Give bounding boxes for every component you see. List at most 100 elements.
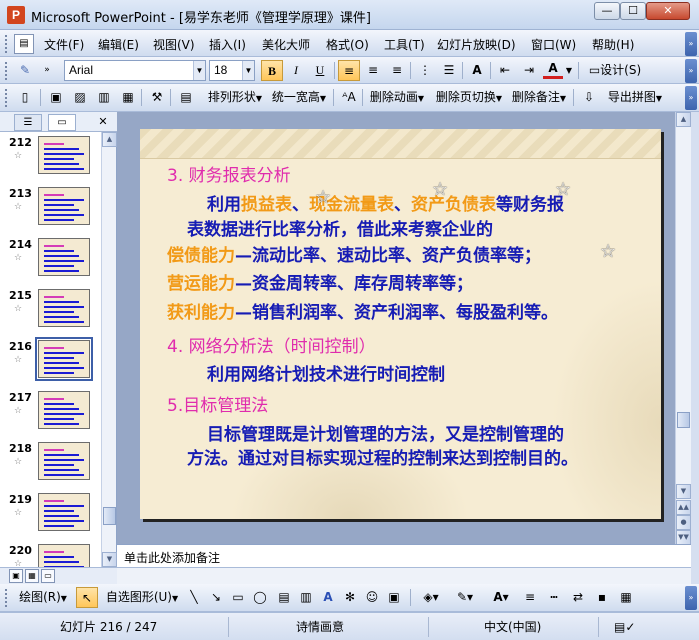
slide-thumbnail[interactable]: 215 ☆ xyxy=(0,286,101,337)
horizontal-scrollbar[interactable] xyxy=(117,567,691,584)
notes-pane[interactable]: 单击此处添加备注 xyxy=(117,544,691,567)
menu-slideshow[interactable]: 幻灯片放映(D) xyxy=(437,36,516,53)
document-icon[interactable]: ▤ xyxy=(14,34,34,54)
maximize-button[interactable]: ☐ xyxy=(620,2,646,20)
animation-star-icon[interactable]: ☆ xyxy=(315,187,331,208)
font-size-increase-icon[interactable]: A xyxy=(466,60,488,81)
table-icon[interactable]: ▦ xyxy=(117,87,139,108)
delete-transition-button[interactable]: 删除页切换▼ xyxy=(432,87,506,108)
scroll-thumb[interactable] xyxy=(677,412,690,428)
chevron-down-icon[interactable]: ▼ xyxy=(564,60,574,81)
menu-beautify[interactable]: 美化大师 xyxy=(262,36,310,53)
slide-thumbnail[interactable]: 217 ☆ xyxy=(0,388,101,439)
slide-sorter-icon[interactable]: ▦ xyxy=(25,569,39,583)
menu-edit[interactable]: 编辑(E) xyxy=(98,36,139,53)
shadow-style-icon[interactable]: ▪ xyxy=(592,587,612,608)
pane-close-icon[interactable]: ✕ xyxy=(96,114,110,130)
insert-picture-icon[interactable]: ▣ xyxy=(384,587,404,608)
line-color-icon[interactable]: ✎▾ xyxy=(450,587,480,608)
export-collage-button[interactable]: 导出拼图▼ xyxy=(604,87,666,108)
scroll-down-icon[interactable]: ▼ xyxy=(102,552,117,567)
toolbar-grip[interactable] xyxy=(4,88,8,108)
animation-star-icon[interactable]: ☆ xyxy=(600,241,616,262)
line-style-icon[interactable]: ≡ xyxy=(520,587,540,608)
close-button[interactable]: ✕ xyxy=(646,2,690,20)
clipart-icon[interactable]: ☺ xyxy=(362,587,382,608)
slide-thumbnail-image[interactable] xyxy=(38,544,90,567)
dash-style-icon[interactable]: ┅ xyxy=(544,587,564,608)
arrow-tool-icon[interactable]: ↘ xyxy=(206,587,226,608)
toolbar-overflow-chevron-icon[interactable]: » xyxy=(685,59,697,83)
chevron-down-icon[interactable]: ▼ xyxy=(242,61,254,80)
export-icon[interactable]: ⇩ xyxy=(578,87,600,108)
slide-thumbnail-image[interactable] xyxy=(38,136,90,174)
slide-canvas[interactable]: 3. 财务报表分析 利用损益表、现金流量表、资产负债表等财务报 表数据进行比率分… xyxy=(140,129,661,519)
menu-view[interactable]: 视图(V) xyxy=(153,36,195,53)
animation-star-icon[interactable]: ☆ xyxy=(432,179,448,200)
slide-thumbnail-image[interactable] xyxy=(38,442,90,480)
menu-window[interactable]: 窗口(W) xyxy=(531,36,576,53)
scroll-thumb[interactable] xyxy=(103,507,116,525)
numbered-list-icon[interactable]: ⋮ xyxy=(414,60,436,81)
menu-insert[interactable]: 插入(I) xyxy=(209,36,246,53)
toolbar-overflow-chevron-icon[interactable]: » xyxy=(685,86,697,110)
image-icon[interactable]: ▨ xyxy=(69,87,91,108)
align-left-icon[interactable]: ≡ xyxy=(338,60,360,81)
layout-icon[interactable]: ▥ xyxy=(93,87,115,108)
format-painter-icon[interactable]: ✎ xyxy=(14,60,36,81)
slide-thumbnail-image[interactable] xyxy=(38,391,90,429)
rectangle-tool-icon[interactable]: ▭ xyxy=(228,587,248,608)
slide-thumbnail[interactable]: 219 ☆ xyxy=(0,490,101,541)
slideshow-view-icon[interactable]: ▭ xyxy=(41,569,55,583)
font-color-icon[interactable]: A▾ xyxy=(486,587,516,608)
scroll-up-icon[interactable]: ▲ xyxy=(676,112,691,127)
slide-thumbnail[interactable]: 212 ☆ xyxy=(0,133,101,184)
text-style-icon[interactable]: ᴬA xyxy=(338,87,360,108)
slide-thumbnail[interactable]: 218 ☆ xyxy=(0,439,101,490)
diagram-tool-icon[interactable]: ✻ xyxy=(340,587,360,608)
arrange-shapes-button[interactable]: 排列形状▼ xyxy=(204,87,266,108)
minimize-button[interactable]: — xyxy=(594,2,620,20)
slide-thumbnail[interactable]: 214 ☆ xyxy=(0,235,101,286)
menu-file[interactable]: 文件(F) xyxy=(44,36,84,53)
new-slide-icon[interactable]: ▯ xyxy=(14,87,36,108)
fill-color-icon[interactable]: ◈▾ xyxy=(416,587,446,608)
menu-overflow-chevron-icon[interactable]: » xyxy=(685,32,697,56)
align-center-icon[interactable]: ≡ xyxy=(362,60,384,81)
slide-thumbnail-image[interactable] xyxy=(38,238,90,276)
slide-thumbnail[interactable]: 216 ☆ xyxy=(0,337,101,388)
wordart-icon[interactable]: A xyxy=(318,587,338,608)
magic-wand-icon[interactable]: ⚒ xyxy=(146,87,168,108)
align-right-icon[interactable]: ≡ xyxy=(386,60,408,81)
bullet-list-icon[interactable]: ☰ xyxy=(438,60,460,81)
page-icon[interactable]: ▤ xyxy=(175,87,197,108)
animation-star-icon[interactable]: ☆ xyxy=(555,179,571,200)
scroll-down-icon[interactable]: ▼ xyxy=(676,484,691,499)
delete-animation-button[interactable]: 删除动画▼ xyxy=(366,87,428,108)
tab-slides[interactable]: ▭ xyxy=(48,114,76,131)
menu-help[interactable]: 帮助(H) xyxy=(592,36,634,53)
vertical-textbox-icon[interactable]: ▥ xyxy=(296,587,316,608)
notes-placeholder[interactable]: 单击此处添加备注 xyxy=(124,549,220,566)
increase-indent-icon[interactable]: ⇥ xyxy=(518,60,540,81)
editor-scrollbar[interactable]: ▲ ▼ ▲▲ ● ▼▼ xyxy=(675,112,691,545)
oval-tool-icon[interactable]: ◯ xyxy=(250,587,270,608)
delete-notes-button[interactable]: 删除备注▼ xyxy=(508,87,570,108)
previous-slide-icon[interactable]: ▲▲ xyxy=(676,500,691,515)
slide-thumbnail[interactable]: 220 ☆ xyxy=(0,541,101,567)
draw-menu-button[interactable]: 绘图(R)▼ xyxy=(14,587,72,608)
font-name-combo[interactable]: Arial ▼ xyxy=(64,60,206,81)
slide-thumbnail[interactable]: 213 ☆ xyxy=(0,184,101,235)
menu-tools[interactable]: 工具(T) xyxy=(384,36,425,53)
slide-thumbnail-image[interactable] xyxy=(38,289,90,327)
italic-button[interactable]: I xyxy=(285,60,307,81)
uniform-size-button[interactable]: 统一宽高▼ xyxy=(268,87,330,108)
line-tool-icon[interactable]: ╲ xyxy=(184,587,204,608)
toolbar-grip[interactable] xyxy=(4,61,8,81)
menu-format[interactable]: 格式(O) xyxy=(326,36,369,53)
tab-outline[interactable]: ☰ xyxy=(14,114,42,131)
toolbar-chevron-icon[interactable]: » xyxy=(40,60,54,81)
chevron-down-icon[interactable]: ▼ xyxy=(193,61,205,80)
textbox-tool-icon[interactable]: ▤ xyxy=(274,587,294,608)
arrow-style-icon[interactable]: ⇄ xyxy=(568,587,588,608)
